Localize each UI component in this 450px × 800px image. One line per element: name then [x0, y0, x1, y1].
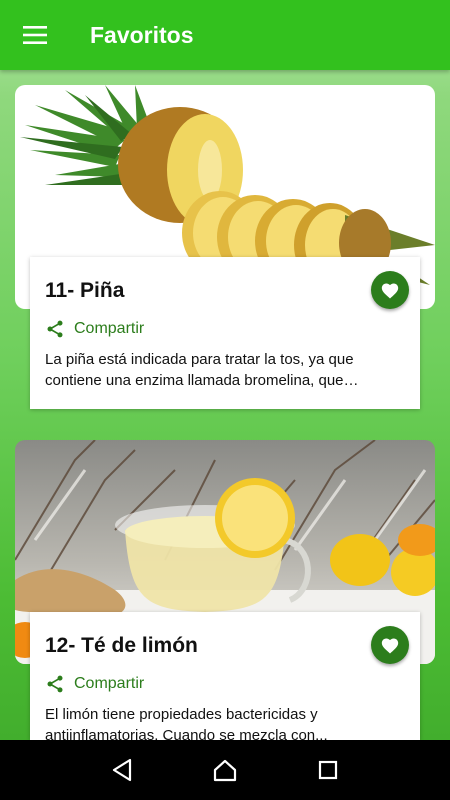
share-button[interactable]: Compartir: [45, 674, 144, 694]
favorite-card[interactable]: 12- Té de limón Compartir El limón tiene…: [15, 440, 435, 740]
card-info: 11- Piña Compartir La piña está indicada…: [30, 257, 420, 409]
share-label: Compartir: [74, 320, 145, 337]
back-triangle-icon: [112, 758, 131, 782]
favorite-button[interactable]: [371, 271, 409, 309]
favorites-list[interactable]: 11- Piña Compartir La piña está indicada…: [0, 70, 450, 740]
heart-icon: [381, 283, 399, 299]
recents-button[interactable]: [308, 750, 348, 790]
share-button[interactable]: Compartir: [45, 319, 144, 339]
share-label: Compartir: [74, 675, 145, 692]
share-icon: [47, 675, 63, 693]
recents-square-icon: [319, 760, 338, 780]
favorite-button[interactable]: [371, 626, 409, 664]
card-description: La piña está indicada para tratar la tos…: [45, 349, 407, 391]
app-bar: Favoritos: [0, 0, 450, 70]
card-info: 12- Té de limón Compartir El limón tiene…: [30, 612, 420, 740]
favorite-card[interactable]: 11- Piña Compartir La piña está indicada…: [15, 85, 435, 410]
hamburger-menu-icon: [23, 26, 47, 44]
page-title: Favoritos: [90, 21, 194, 48]
heart-icon: [381, 638, 399, 654]
card-description: El limón tiene propiedades bactericidas …: [45, 704, 407, 740]
back-button[interactable]: [102, 750, 142, 790]
card-title: 11- Piña: [45, 279, 125, 302]
home-icon: [213, 759, 237, 782]
card-description-text: El limón tiene propiedades bactericidas …: [45, 706, 328, 740]
system-nav-bar: [0, 740, 450, 800]
card-title: 12- Té de limón: [45, 634, 198, 657]
menu-button[interactable]: [0, 0, 70, 70]
home-button[interactable]: [205, 750, 245, 790]
card-description-text: La piña está indicada para tratar la tos…: [45, 351, 359, 389]
share-icon: [47, 320, 63, 338]
